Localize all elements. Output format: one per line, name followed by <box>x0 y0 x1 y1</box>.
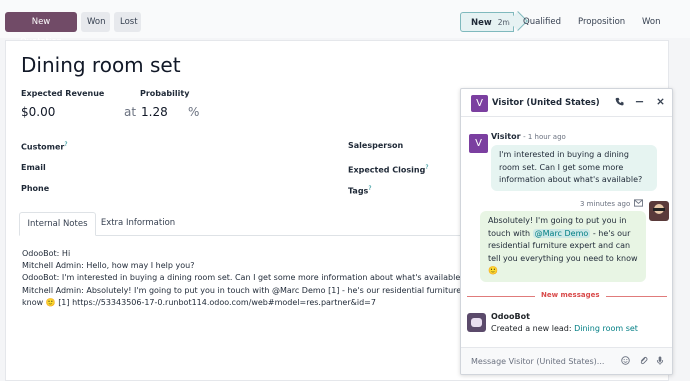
stage-qualified[interactable]: Qualified <box>523 12 561 32</box>
visitor-name: Visitor <box>491 132 521 141</box>
microphone-icon[interactable] <box>656 356 664 368</box>
note-line: Mitchell Admin: Absolutely! I'm going to… <box>22 285 490 295</box>
stage-statusbar: New 2m Qualified Proposition Won <box>460 11 674 32</box>
note-line: OdooBot: Hi <box>22 249 71 258</box>
customer-label: Customer? <box>21 141 68 152</box>
smile-emoji-icon: 🙂 <box>488 266 498 275</box>
won-button[interactable]: Won <box>81 12 110 32</box>
odoobot-message-text: Created a new lead: <box>491 324 572 333</box>
salesperson-label: Salesperson <box>348 141 404 150</box>
odoobot-face <box>471 318 482 327</box>
at-label: at <box>124 105 137 119</box>
lost-button[interactable]: Lost <box>114 12 141 32</box>
new-messages-label: New messages <box>535 291 606 299</box>
probability-label: Probability <box>140 89 190 98</box>
close-icon[interactable] <box>656 97 665 109</box>
chat-window: V Visitor (United States) V Visitor - 1 … <box>460 88 673 375</box>
tags-label: Tags? <box>348 185 372 196</box>
stage-new[interactable]: New 2m <box>460 12 514 32</box>
help-tooltip[interactable]: ? <box>425 164 428 171</box>
odoobot-message: Created a new lead: Dining room set <box>491 324 638 333</box>
chat-header[interactable]: V Visitor (United States) <box>461 89 672 117</box>
visitor-message-time: - 1 hour ago <box>523 133 566 141</box>
percent-sign: % <box>188 105 200 119</box>
lead-title[interactable]: Dining room set <box>21 53 181 77</box>
phone-label: Phone <box>21 184 50 193</box>
control-panel: New Quotation Won Lost New2m Qualified P… <box>0 0 690 47</box>
message-input[interactable]: Message Visitor (United States)... <box>471 357 604 366</box>
email-label: Email <box>21 163 46 172</box>
visitor-avatar: V <box>471 95 488 112</box>
agent-avatar <box>649 201 669 221</box>
new-quotation-button[interactable]: New Quotation <box>5 12 77 47</box>
chat-composer: Message Visitor (United States)... <box>461 347 672 374</box>
note-line: OdooBot: I'm interested in buying a dini… <box>22 273 465 283</box>
note-line: know 🙂 [1] https://53343506-17-0.runbot1… <box>22 297 376 307</box>
stage-proposition[interactable]: Proposition <box>578 12 625 32</box>
help-tooltip[interactable]: ? <box>64 141 67 148</box>
odoobot-avatar <box>467 313 486 332</box>
visitor-message-avatar: V <box>469 134 488 153</box>
stage-new-label: New <box>471 18 492 28</box>
stage-won[interactable]: Won <box>642 12 661 32</box>
visitor-message-header: Visitor - 1 hour ago <box>491 132 566 141</box>
odoobot-name: OdooBot <box>491 312 530 321</box>
expected-revenue-label: Expected Revenue <box>21 89 105 98</box>
phone-icon[interactable] <box>615 97 624 109</box>
probability-field[interactable]: 1.28 <box>141 105 168 119</box>
tab-extra-information[interactable]: Extra Information <box>97 212 179 236</box>
agent-message-bubble: Absolutely! I'm going to put you in touc… <box>480 211 646 282</box>
note-line: Mitchell Admin: Hello, how may I help yo… <box>22 261 195 271</box>
internal-notes-content[interactable]: OdooBot: Hi Mitchell Admin: Hello, how m… <box>22 248 490 309</box>
minimize-icon[interactable] <box>635 97 644 109</box>
paperclip-icon[interactable] <box>639 356 648 368</box>
expected-closing-label: Expected Closing? <box>348 164 429 175</box>
expected-revenue-field[interactable]: $0.00 <box>21 105 55 119</box>
customer-label-text: Customer <box>21 142 65 152</box>
visitor-message-bubble: I'm interested in buying a dining room s… <box>491 145 657 191</box>
envelope-icon <box>634 199 643 210</box>
tags-label-text: Tags <box>348 186 369 196</box>
expected-closing-label-text: Expected Closing <box>348 165 426 175</box>
help-tooltip[interactable]: ? <box>368 185 371 192</box>
lead-link[interactable]: Dining room set <box>574 324 638 333</box>
reply-time: 3 minutes ago <box>580 200 631 208</box>
tab-internal-notes[interactable]: Internal Notes <box>19 212 96 236</box>
emoji-icon[interactable] <box>621 356 630 368</box>
chat-title: Visitor (United States) <box>492 98 600 108</box>
mention-link[interactable]: @Marc Demo <box>532 228 591 238</box>
